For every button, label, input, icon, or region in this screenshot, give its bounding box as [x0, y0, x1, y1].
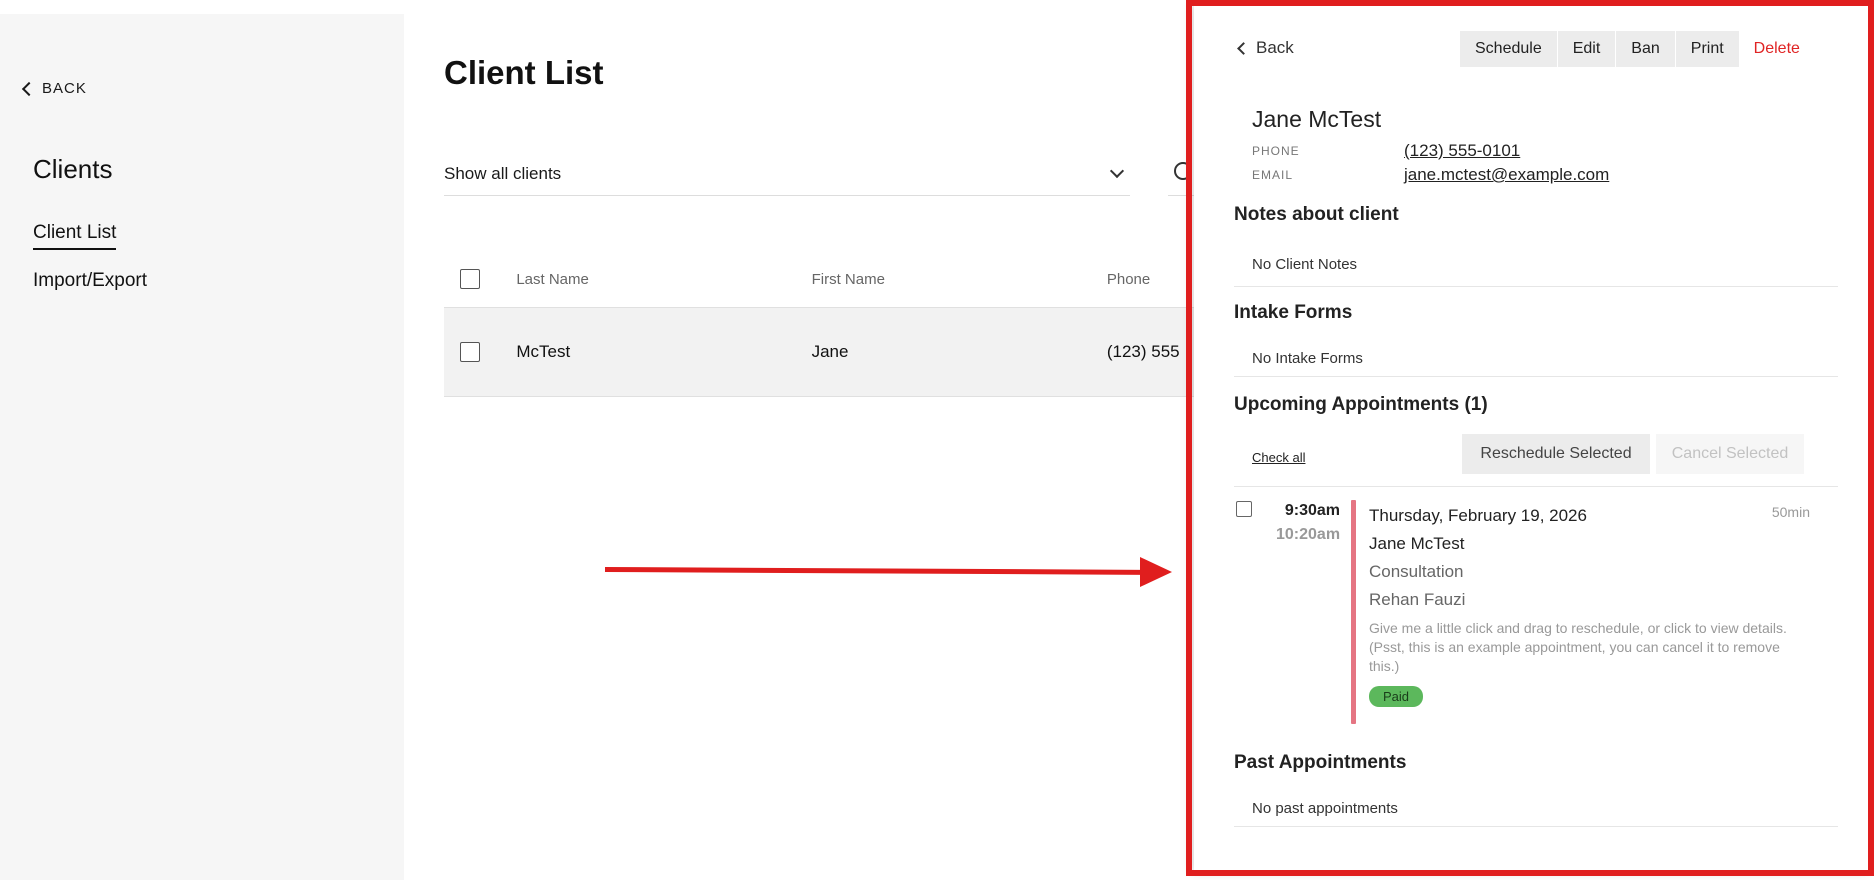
appointment-staff: Rehan Fauzi — [1369, 590, 1466, 609]
table-header: Last Name First Name Phone — [444, 262, 1204, 296]
appointment-end-time: 10:20am — [1276, 526, 1341, 543]
email-link[interactable]: jane.mctest@example.com — [1404, 165, 1609, 185]
phone-link[interactable]: (123) 555-0101 — [1404, 141, 1520, 161]
status-badge: Paid — [1369, 686, 1424, 707]
panel-back-label: Back — [1256, 38, 1294, 57]
table-row[interactable]: McTest Jane (123) 555 — [444, 307, 1204, 397]
cancel-selected-button[interactable]: Cancel Selected — [1656, 434, 1804, 474]
cell-last-name: McTest — [516, 342, 571, 361]
column-header-first-name[interactable]: First Name — [812, 271, 1107, 288]
notes-section-title: Notes about client — [1234, 204, 1399, 225]
appointment-date: Thursday, February 19, 2026 — [1369, 506, 1587, 525]
appointment-note: Give me a little click and drag to resch… — [1369, 619, 1809, 676]
chevron-down-icon — [1109, 163, 1125, 178]
divider — [1234, 826, 1838, 827]
sidebar: BACK Clients Client List Import/Export — [0, 14, 404, 880]
sidebar-back-label: BACK — [42, 80, 87, 97]
intake-section-title: Intake Forms — [1234, 302, 1353, 323]
client-filter-select[interactable]: Show all clients — [444, 152, 1130, 196]
chevron-left-icon — [1237, 41, 1250, 55]
ban-button[interactable]: Ban — [1616, 31, 1676, 67]
appointment-color-bar — [1351, 500, 1356, 724]
appointment-note-line-1: Give me a little click and drag to resch… — [1369, 620, 1787, 636]
sidebar-item-import-export[interactable]: Import/Export — [33, 270, 147, 292]
phone-label: PHONE — [1252, 144, 1300, 158]
annotation-arrow-head — [1140, 557, 1172, 587]
cell-phone: (123) 555 — [1106, 342, 1180, 361]
appointment-note-line-2: (Psst, this is an example appointment, y… — [1369, 639, 1780, 674]
search-icon — [1174, 162, 1192, 180]
panel-back-button[interactable]: Back — [1236, 38, 1294, 58]
sidebar-title: Clients — [33, 154, 113, 184]
sidebar-back-link[interactable]: BACK — [20, 80, 87, 97]
client-filter-value: Show all clients — [444, 163, 562, 183]
upcoming-section-title: Upcoming Appointments (1) — [1234, 394, 1488, 415]
appointment-client: Jane McTest — [1369, 534, 1465, 553]
print-button[interactable]: Print — [1675, 31, 1740, 67]
cell-first-name: Jane — [811, 342, 849, 361]
appointment-start-time: 9:30am — [1284, 502, 1340, 519]
column-header-last-name[interactable]: Last Name — [516, 271, 811, 288]
row-checkbox[interactable] — [460, 342, 480, 362]
chevron-left-icon — [21, 81, 37, 96]
appointment-card[interactable]: Thursday, February 19, 2026 Jane McTest … — [1369, 506, 1809, 707]
column-header-phone[interactable]: Phone — [1107, 271, 1204, 288]
reschedule-selected-button[interactable]: Reschedule Selected — [1462, 434, 1650, 474]
panel-action-bar: Schedule Edit Ban Print Delete — [1460, 31, 1815, 67]
appointment-type: Consultation — [1369, 562, 1464, 581]
client-detail-panel: Back Schedule Edit Ban Print Delete Jane… — [1194, 4, 1870, 872]
intake-empty-text: No Intake Forms — [1252, 350, 1363, 367]
past-section-title: Past Appointments — [1234, 752, 1407, 773]
edit-button[interactable]: Edit — [1557, 31, 1617, 67]
past-empty-text: No past appointments — [1252, 800, 1398, 817]
client-name: Jane McTest — [1252, 106, 1382, 132]
sidebar-nav: Client List Import/Export — [33, 222, 147, 312]
divider — [1234, 286, 1838, 287]
email-label: EMAIL — [1252, 168, 1294, 182]
main-content: Client List Show all clients Last Name F… — [444, 0, 1228, 880]
sidebar-item-client-list[interactable]: Client List — [33, 222, 117, 250]
select-all-checkbox[interactable] — [460, 269, 480, 289]
schedule-button[interactable]: Schedule — [1460, 31, 1558, 67]
appointment-checkbox[interactable] — [1236, 501, 1252, 517]
divider — [1234, 486, 1838, 487]
divider — [1234, 376, 1838, 377]
check-all-link[interactable]: Check all — [1252, 450, 1305, 465]
notes-empty-text: No Client Notes — [1252, 256, 1358, 273]
delete-button[interactable]: Delete — [1740, 31, 1815, 67]
page-title: Client List — [444, 54, 604, 91]
